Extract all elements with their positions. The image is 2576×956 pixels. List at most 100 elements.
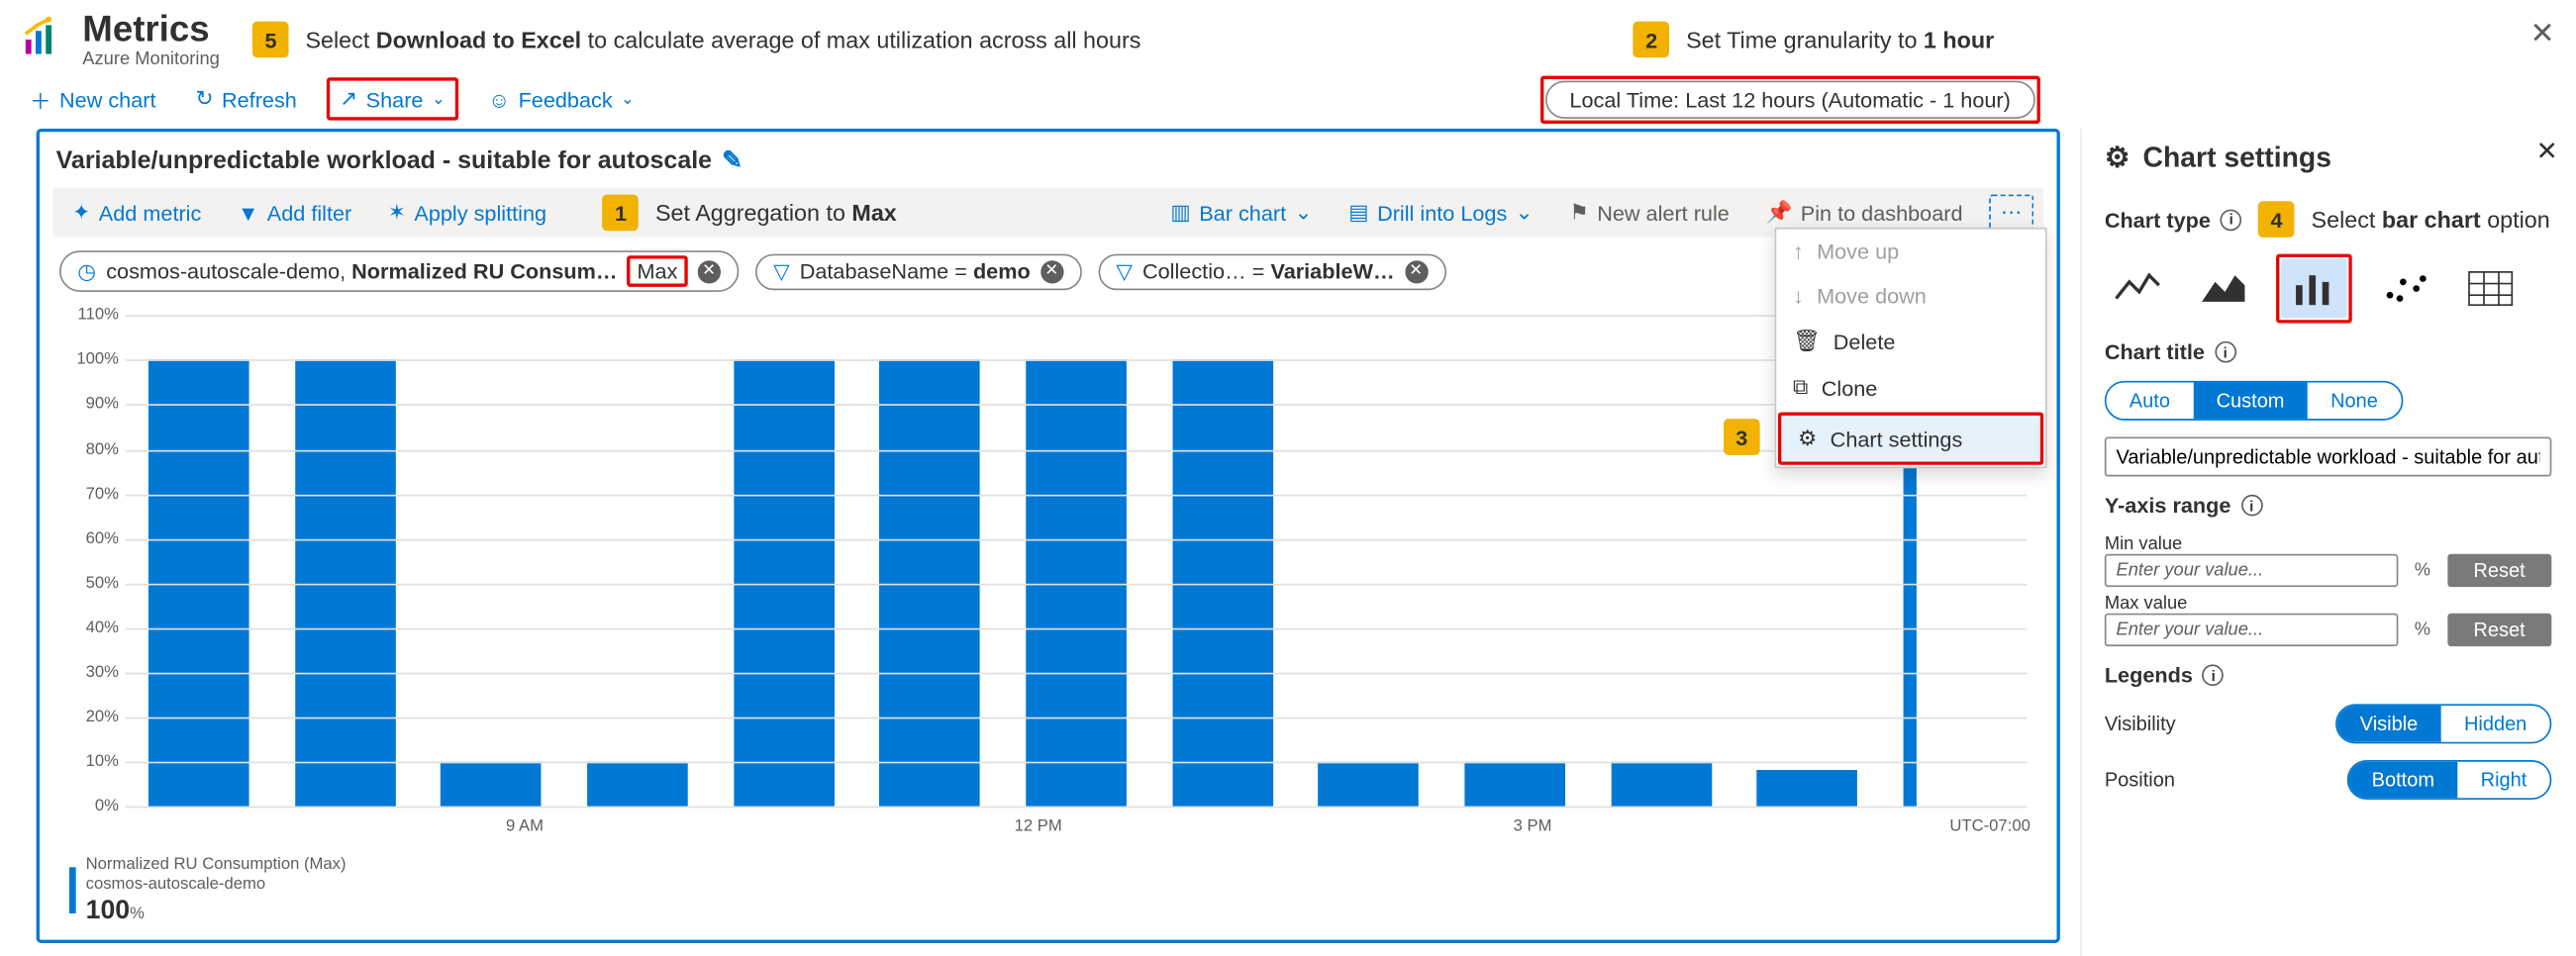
min-value-input[interactable]: Enter your value... (2105, 554, 2398, 587)
title-mode-custom[interactable]: Custom (2193, 383, 2308, 420)
remove-filter-icon[interactable]: ✕ (1040, 260, 1063, 283)
chart-title: Variable/unpredictable workload - suitab… (56, 146, 712, 174)
split-icon: ✶ (388, 200, 406, 227)
position-label: Position (2105, 769, 2175, 792)
plus-icon: ＋ (30, 84, 51, 116)
filter-pill-database[interactable]: ▽ DatabaseName = demo ✕ (755, 253, 1082, 290)
info-icon[interactable]: i (2203, 665, 2225, 687)
time-range-picker[interactable]: Local Time: Last 12 hours (Automatic - 1… (1544, 80, 2034, 118)
trash-icon: 🗑 (1793, 329, 1821, 355)
bar[interactable] (1465, 761, 1566, 806)
reset-max-button[interactable]: Reset (2447, 614, 2552, 646)
add-filter-button[interactable]: ▼Add filter (228, 196, 361, 231)
bar[interactable] (587, 761, 688, 806)
drill-into-logs-button[interactable]: ▤Drill into Logs⌄ (1338, 195, 1543, 232)
bar[interactable] (441, 761, 542, 806)
bar[interactable] (1611, 761, 1712, 806)
gridline (126, 628, 2028, 630)
legend-right[interactable]: Right (2457, 762, 2549, 799)
y-tick: 80% (56, 440, 119, 458)
y-tick: 30% (56, 664, 119, 682)
pin-to-dashboard-button[interactable]: 📌Pin to dashboard (1755, 195, 1972, 232)
chart-type-bar[interactable] (2281, 259, 2347, 319)
percent-label: % (2408, 621, 2437, 640)
info-icon[interactable]: i (2240, 495, 2262, 517)
share-icon: ↗ (340, 86, 357, 113)
callout-4-text: Select bar chart option (2312, 207, 2550, 234)
arrow-down-icon: ↓ (1793, 284, 1804, 309)
ctx-delete[interactable]: 🗑Delete (1776, 319, 2045, 365)
ctx-move-up[interactable]: ↑Move up (1776, 230, 2045, 274)
legend-swatch (69, 868, 76, 914)
filter-pill-collection[interactable]: ▽ Collectio… = VariableW… ✕ (1098, 253, 1445, 290)
y-tick: 50% (56, 574, 119, 592)
title-mode-auto[interactable]: Auto (2106, 383, 2193, 420)
y-tick: 70% (56, 485, 119, 503)
chart-type-line[interactable] (2105, 259, 2171, 319)
chart-type-button[interactable]: ▥Bar chart⌄ (1160, 195, 1322, 232)
callout-3-badge: 3 (1724, 420, 1760, 456)
reset-min-button[interactable]: Reset (2447, 554, 2552, 587)
y-tick: 0% (56, 798, 119, 815)
legend-bottom[interactable]: Bottom (2348, 762, 2457, 799)
chart-type-scatter[interactable] (2372, 259, 2438, 319)
x-tick: 9 AM (506, 817, 544, 835)
new-alert-rule-button[interactable]: ⚑New alert rule (1559, 195, 1738, 232)
chart-title-input[interactable] (2105, 437, 2551, 477)
y-tick: 100% (56, 351, 119, 369)
page-title: Metrics (82, 10, 220, 49)
chart-type-area[interactable] (2190, 259, 2256, 319)
title-mode-none[interactable]: None (2308, 383, 2401, 420)
callout-4-badge: 4 (2258, 202, 2295, 239)
chart-plot-area[interactable]: 9 AM 12 PM 3 PM UTC-07:00 110%100%90%80%… (56, 306, 2040, 846)
callout-5-text: Select Download to Excel to calculate av… (305, 27, 1140, 53)
scope-icon: ◷ (77, 258, 96, 285)
legend-visibility-segment[interactable]: Visible Hidden (2335, 705, 2552, 744)
gridline (126, 807, 2028, 809)
legend-visible[interactable]: Visible (2336, 707, 2440, 743)
legend-hidden[interactable]: Hidden (2441, 707, 2550, 743)
legend-value: 100 (86, 897, 130, 924)
chevron-down-icon: ⌄ (1294, 200, 1312, 227)
info-icon[interactable]: i (2221, 209, 2242, 231)
max-value-input[interactable]: Enter your value... (2105, 614, 2398, 646)
chart-type-grid[interactable] (2457, 259, 2524, 319)
max-value-label: Max value (2105, 594, 2551, 614)
legend-position-segment[interactable]: Bottom Right (2347, 760, 2552, 800)
share-button[interactable]: ↗ Share ⌄ (327, 78, 458, 121)
info-icon[interactable]: i (2215, 341, 2236, 363)
metric-pill[interactable]: ◷ cosmos-autoscale-demo, Normalized RU C… (59, 251, 739, 293)
refresh-button[interactable]: ↻ Refresh (186, 81, 307, 118)
alert-icon: ⚑ (1569, 200, 1588, 227)
ctx-chart-settings[interactable]: ⚙Chart settings (1778, 413, 2043, 465)
apply-splitting-button[interactable]: ✶Apply splitting (378, 195, 556, 232)
gear-icon: ⚙ (1798, 426, 1817, 452)
ctx-move-down[interactable]: ↓Move down (1776, 274, 2045, 319)
gear-icon: ⚙ (2105, 143, 2130, 175)
arrow-up-icon: ↑ (1793, 239, 1804, 264)
close-icon[interactable]: ✕ (2529, 17, 2554, 51)
refresh-icon: ↻ (195, 86, 213, 113)
legends-section: Legendsi (2105, 663, 2551, 688)
min-value-label: Min value (2105, 534, 2551, 554)
chevron-down-icon: ⌄ (1516, 200, 1534, 227)
ctx-clone[interactable]: ⧉Clone (1776, 365, 2045, 412)
feedback-button[interactable]: ☺ Feedback ⌄ (478, 82, 644, 117)
filter-icon: ▽ (773, 258, 790, 285)
bar[interactable] (1757, 770, 1858, 806)
visibility-label: Visibility (2105, 713, 2176, 735)
chart-legend[interactable]: Normalized RU Consumption (Max) cosmos-a… (40, 852, 2057, 940)
remove-filter-icon[interactable]: ✕ (1405, 260, 1428, 283)
more-options-button[interactable]: ⋯ (1989, 195, 2033, 232)
close-settings-icon[interactable]: ✕ (2536, 136, 2558, 168)
x-tick: 12 PM (1015, 817, 1062, 835)
legend-name: Normalized RU Consumption (Max) (86, 855, 347, 875)
new-chart-button[interactable]: ＋ New chart (20, 79, 166, 121)
bar[interactable] (1319, 761, 1420, 806)
gridline (126, 538, 2028, 540)
title-mode-segment[interactable]: Auto Custom None (2105, 381, 2403, 421)
percent-label: % (2408, 561, 2437, 581)
remove-metric-icon[interactable]: ✕ (697, 260, 720, 283)
add-metric-button[interactable]: ✦Add metric (62, 195, 211, 232)
edit-title-icon[interactable]: ✎ (722, 145, 743, 175)
